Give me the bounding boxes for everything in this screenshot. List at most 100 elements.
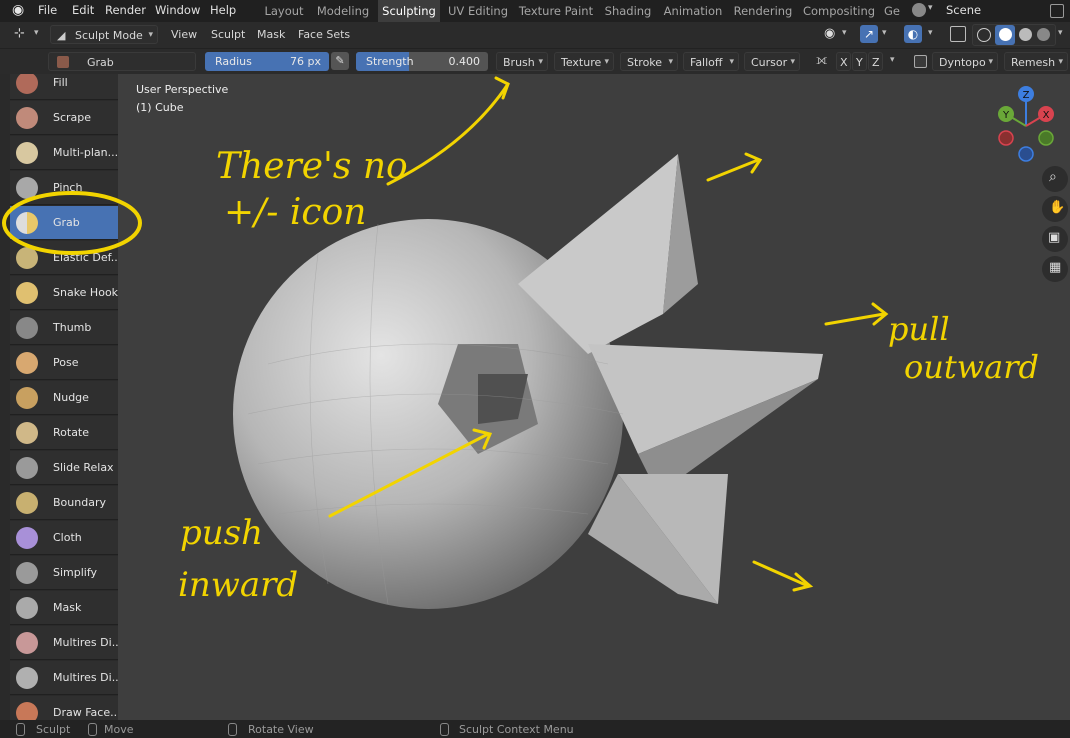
menu-file[interactable]: File bbox=[38, 3, 57, 17]
chevron-down-icon: ▾ bbox=[729, 57, 734, 67]
wireframe-shading-icon[interactable] bbox=[977, 28, 991, 42]
gizmo-x-label: X bbox=[1043, 110, 1050, 121]
viewport-canvas: There's no +/- icon pull outward push in… bbox=[178, 76, 1039, 609]
tool-nudge[interactable]: Nudge bbox=[10, 381, 118, 415]
dyntopo-dropdown[interactable]: Dyntopo ▾ bbox=[932, 52, 998, 71]
3d-viewport[interactable]: User Perspective (1) Cube There's no +/-… bbox=[118, 74, 1070, 720]
menu-help[interactable]: Help bbox=[210, 3, 236, 17]
tab-animation[interactable]: Animation bbox=[660, 0, 726, 22]
camera-view-icon[interactable]: ▣ bbox=[1042, 226, 1068, 252]
chevron-down-icon: ▾ bbox=[1058, 28, 1063, 38]
chevron-down-icon: ▾ bbox=[928, 3, 933, 13]
tab-shading[interactable]: Shading bbox=[600, 0, 656, 22]
nudge-brush-icon bbox=[16, 387, 38, 409]
material-shading-icon[interactable] bbox=[1019, 28, 1032, 41]
tab-sculpting[interactable]: Sculpting bbox=[378, 0, 440, 22]
overlay-toggle-icon[interactable]: ◐ bbox=[904, 25, 922, 43]
brush-selector[interactable]: Grab bbox=[48, 52, 196, 71]
pose-brush-icon bbox=[16, 352, 38, 374]
mode-selector[interactable]: ◢ Sculpt Mode ▾ bbox=[50, 25, 158, 44]
tool-multires-displacement-eraser[interactable]: Multires Di... bbox=[10, 626, 118, 660]
cloth-brush-icon bbox=[16, 527, 38, 549]
symmetry-x-button[interactable]: X bbox=[836, 52, 851, 71]
visibility-eye-icon[interactable]: ◉ bbox=[824, 26, 835, 41]
mouse-left-icon bbox=[16, 723, 25, 736]
rendered-shading-icon[interactable] bbox=[1037, 28, 1050, 41]
tool-boundary[interactable]: Boundary bbox=[10, 486, 118, 520]
tool-simplify[interactable]: Simplify bbox=[10, 556, 118, 590]
stroke-dropdown[interactable]: Stroke ▾ bbox=[620, 52, 678, 71]
mode-label: Sculpt Mode bbox=[75, 29, 143, 42]
thumb-brush-icon bbox=[16, 317, 38, 339]
mouse-middle-icon bbox=[88, 723, 97, 736]
tool-rotate[interactable]: Rotate bbox=[10, 416, 118, 450]
chevron-down-icon: ▾ bbox=[34, 28, 39, 38]
tool-settings-bar: Grab Radius 76 px ✎ Strength 0.400 Brush… bbox=[0, 49, 1070, 74]
tool-snake-hook[interactable]: Snake Hook bbox=[10, 276, 118, 310]
zoom-icon[interactable]: ⌕ bbox=[1042, 166, 1068, 192]
falloff-dropdown[interactable]: Falloff ▾ bbox=[683, 52, 739, 71]
tool-scrape[interactable]: Scrape bbox=[10, 101, 118, 135]
tab-compositing[interactable]: Compositing bbox=[802, 0, 876, 22]
editor-type-icon[interactable]: ⊹ bbox=[14, 26, 25, 41]
brush-dropdown[interactable]: Brush ▾ bbox=[496, 52, 548, 71]
simplify-brush-icon bbox=[16, 562, 38, 584]
scene-selector-icon[interactable] bbox=[912, 3, 926, 17]
menu-render[interactable]: Render bbox=[105, 3, 146, 17]
symmetry-z-button[interactable]: Z bbox=[868, 52, 883, 71]
scene-name[interactable]: Scene bbox=[946, 3, 981, 17]
gizmo-toggle-icon[interactable]: ↗ bbox=[860, 25, 878, 43]
arrow-lower-right bbox=[752, 560, 810, 588]
perspective-grid-icon[interactable]: ▦ bbox=[1042, 256, 1068, 282]
xray-toggle-icon[interactable] bbox=[950, 26, 966, 42]
solid-shading-icon[interactable] bbox=[995, 25, 1015, 45]
strength-value: 0.400 bbox=[448, 55, 481, 68]
gizmo-y-label: Y bbox=[1002, 110, 1010, 121]
tab-rendering[interactable]: Rendering bbox=[732, 0, 794, 22]
annotation-push-line2: inward bbox=[178, 565, 298, 605]
texture-dropdown[interactable]: Texture ▾ bbox=[554, 52, 614, 71]
brush-icon bbox=[57, 56, 69, 68]
tab-geometry[interactable]: Ge bbox=[880, 0, 904, 22]
dyntopo-checkbox[interactable] bbox=[914, 55, 927, 68]
tool-cloth[interactable]: Cloth bbox=[10, 521, 118, 555]
cursor-dropdown[interactable]: Cursor ▾ bbox=[744, 52, 800, 71]
remesh-dropdown[interactable]: Remesh ▾ bbox=[1004, 52, 1068, 71]
tab-texture-paint[interactable]: Texture Paint bbox=[516, 0, 596, 22]
tab-uv-editing[interactable]: UV Editing bbox=[444, 0, 512, 22]
arrow-upper-right bbox=[706, 158, 760, 182]
tool-multires-displacement-smear[interactable]: Multires Di... bbox=[10, 661, 118, 695]
annotation-pull-line1: pull bbox=[888, 310, 950, 348]
mouse-right-icon bbox=[440, 723, 449, 736]
menu-view[interactable]: View bbox=[171, 25, 197, 44]
scene-browse-icon[interactable] bbox=[1050, 4, 1064, 18]
tab-layout[interactable]: Layout bbox=[258, 0, 310, 22]
tool-thumb[interactable]: Thumb bbox=[10, 311, 118, 345]
blender-logo-icon[interactable]: ◉ bbox=[12, 2, 24, 18]
menu-window[interactable]: Window bbox=[155, 3, 200, 17]
rotate-brush-icon bbox=[16, 422, 38, 444]
pen-pressure-icon[interactable]: ✎ bbox=[331, 52, 349, 70]
menu-sculpt[interactable]: Sculpt bbox=[211, 25, 245, 44]
tool-multiplane-scrape[interactable]: Multi-plan... bbox=[10, 136, 118, 170]
tool-fill[interactable]: Fill bbox=[10, 74, 118, 100]
tool-draw-face-sets[interactable]: Draw Face... bbox=[10, 696, 118, 720]
status-move: Move bbox=[104, 723, 134, 736]
tool-mask[interactable]: Mask bbox=[10, 591, 118, 625]
menu-edit[interactable]: Edit bbox=[72, 3, 94, 17]
chevron-down-icon: ▾ bbox=[148, 30, 153, 40]
tool-pose[interactable]: Pose bbox=[10, 346, 118, 380]
tool-slide-relax[interactable]: Slide Relax bbox=[10, 451, 118, 485]
pan-hand-icon[interactable]: ✋ bbox=[1042, 196, 1068, 222]
symmetry-y-button[interactable]: Y bbox=[852, 52, 867, 71]
brush-name: Grab bbox=[87, 56, 114, 69]
symmetry-icon[interactable]: ⟗ bbox=[816, 53, 827, 68]
menu-mask[interactable]: Mask bbox=[257, 25, 285, 44]
radius-slider[interactable]: Radius 76 px bbox=[205, 52, 329, 71]
boundary-brush-icon bbox=[16, 492, 38, 514]
strength-slider[interactable]: Strength 0.400 bbox=[356, 52, 488, 71]
tab-modeling[interactable]: Modeling bbox=[312, 0, 374, 22]
navigation-gizmo[interactable]: Z Y X bbox=[994, 82, 1064, 172]
menu-face-sets[interactable]: Face Sets bbox=[298, 25, 350, 44]
tool-shelf: Fill Scrape Multi-plan... Pinch Grab Ela… bbox=[0, 74, 118, 720]
